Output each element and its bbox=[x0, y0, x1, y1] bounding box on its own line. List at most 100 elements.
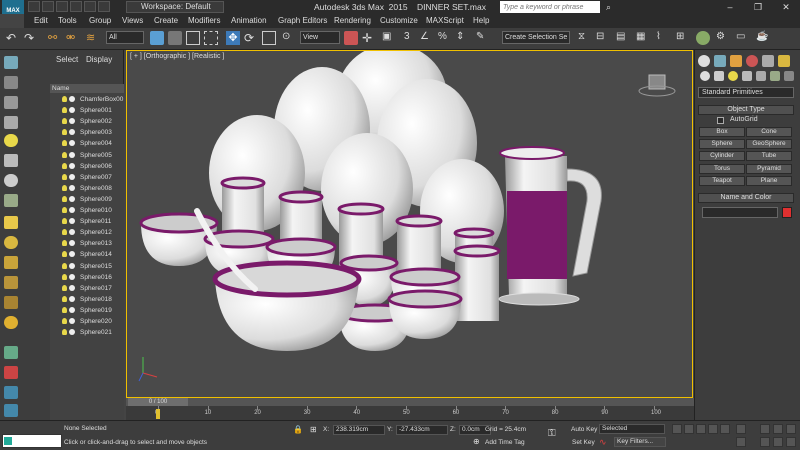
select-by-name-icon[interactable] bbox=[168, 31, 182, 45]
zoom-all-icon[interactable] bbox=[773, 424, 783, 434]
undo-arrow-icon[interactable]: ↶ bbox=[6, 31, 20, 45]
rectangular-selection-icon[interactable] bbox=[186, 31, 200, 45]
key-filters-button[interactable]: Key Filters... bbox=[614, 437, 666, 447]
place-icon[interactable]: ⊙ bbox=[282, 31, 296, 45]
key-mode-toggle-icon[interactable] bbox=[736, 424, 746, 434]
display-geometry-icon[interactable] bbox=[4, 116, 18, 129]
light-bulb-icon[interactable] bbox=[62, 207, 67, 213]
save-file-icon[interactable] bbox=[56, 1, 68, 12]
teapot-button[interactable]: Teapot bbox=[699, 176, 745, 186]
layer-manager-icon[interactable]: ▤ bbox=[616, 31, 630, 45]
absolute-mode-icon[interactable]: ⊞ bbox=[310, 425, 318, 434]
rendered-frame-window-icon[interactable]: ▭ bbox=[736, 31, 750, 45]
graphite-ribbon-icon[interactable]: ▦ bbox=[636, 31, 650, 45]
object-type-rollout[interactable]: Object Type bbox=[698, 105, 794, 115]
light-bulb-icon[interactable] bbox=[62, 329, 67, 336]
explorer-row[interactable]: Sphere011 bbox=[50, 216, 124, 227]
cameras-category-icon[interactable] bbox=[742, 71, 752, 81]
object-color-swatch[interactable] bbox=[782, 207, 792, 218]
explorer-row[interactable]: Sphere003 bbox=[50, 127, 124, 138]
light-bulb-icon[interactable] bbox=[62, 173, 67, 180]
perspective-viewport[interactable] bbox=[126, 50, 693, 398]
geometry-category-icon[interactable] bbox=[700, 71, 710, 81]
spinner-snap-icon[interactable]: ⇕ bbox=[456, 31, 470, 45]
pivot-center-icon[interactable] bbox=[344, 31, 358, 45]
object-name-input[interactable] bbox=[702, 207, 778, 218]
modify-tab-icon[interactable] bbox=[714, 55, 726, 67]
light-bulb-icon[interactable] bbox=[62, 151, 67, 158]
helpers-category-icon[interactable] bbox=[756, 71, 766, 81]
select-all-icon[interactable] bbox=[4, 56, 18, 69]
display-children-icon[interactable] bbox=[4, 366, 18, 379]
light-bulb-icon[interactable] bbox=[62, 318, 67, 324]
angle-snap-icon[interactable]: ∠ bbox=[420, 31, 434, 45]
view-cube-icon[interactable] bbox=[648, 74, 666, 90]
menu-views[interactable]: Views bbox=[122, 14, 143, 28]
explorer-row[interactable]: Sphere006 bbox=[50, 161, 124, 172]
next-frame-icon[interactable] bbox=[708, 424, 718, 434]
cone-button[interactable]: Cone bbox=[746, 127, 792, 137]
schematic-view-icon[interactable]: ⊞ bbox=[676, 31, 690, 45]
explorer-row[interactable]: Sphere012 bbox=[50, 227, 124, 238]
y-coordinate-field[interactable]: -27.433cm bbox=[396, 425, 448, 435]
track-bar[interactable]: 0102030405060708090100 bbox=[126, 406, 694, 420]
explorer-row[interactable]: Sphere008 bbox=[50, 183, 124, 194]
select-and-rotate-icon[interactable]: ⟳ bbox=[244, 31, 258, 45]
explorer-row[interactable]: Sphere017 bbox=[50, 283, 124, 294]
light-bulb-icon[interactable] bbox=[62, 107, 67, 114]
auto-key-button[interactable]: Auto Key bbox=[571, 426, 597, 433]
project-folder-icon[interactable] bbox=[98, 1, 110, 12]
select-and-link-icon[interactable]: ⚯ bbox=[48, 31, 62, 45]
add-time-tag-button[interactable]: Add Time Tag bbox=[485, 439, 525, 446]
go-to-end-icon[interactable] bbox=[720, 424, 730, 434]
zoom-extents-icon[interactable] bbox=[786, 424, 796, 434]
display-none-icon[interactable] bbox=[4, 76, 18, 89]
search-icon[interactable]: ⌕ bbox=[606, 2, 616, 12]
key-mode-dropdown[interactable]: Selected bbox=[599, 424, 665, 434]
primitive-category-dropdown[interactable]: Standard Primitives bbox=[698, 87, 794, 98]
explorer-row[interactable]: Sphere007 bbox=[50, 172, 124, 183]
name-and-color-rollout[interactable]: Name and Color bbox=[698, 193, 794, 203]
named-selection-dropdown[interactable]: Create Selection Se bbox=[502, 31, 570, 44]
bind-space-warp-icon[interactable]: ≋ bbox=[86, 31, 100, 45]
explorer-tab-select[interactable]: Select bbox=[56, 55, 78, 64]
help-search-input[interactable] bbox=[500, 1, 600, 13]
lights-category-icon[interactable] bbox=[728, 71, 738, 81]
explorer-row[interactable]: Sphere013 bbox=[50, 238, 124, 249]
pan-view-icon[interactable] bbox=[773, 437, 783, 447]
select-manipulate-icon[interactable]: ✛ bbox=[362, 31, 376, 45]
select-and-scale-icon[interactable] bbox=[262, 31, 276, 45]
menu-customize[interactable]: Customize bbox=[380, 14, 418, 28]
light-bulb-icon[interactable] bbox=[62, 229, 67, 236]
app-logo-icon[interactable]: MAX bbox=[2, 0, 24, 14]
explorer-row[interactable]: Sphere015 bbox=[50, 261, 124, 272]
close-button[interactable]: ✕ bbox=[772, 0, 800, 14]
sync-selection-icon[interactable] bbox=[4, 404, 18, 417]
select-object-icon[interactable] bbox=[150, 31, 164, 45]
box-button[interactable]: Box bbox=[699, 127, 745, 137]
explorer-column-header[interactable]: Name bbox=[50, 84, 124, 93]
edit-named-selection-icon[interactable]: ✎ bbox=[476, 31, 490, 45]
invert-display-icon[interactable] bbox=[4, 96, 18, 109]
menu-animation[interactable]: Animation bbox=[231, 14, 267, 28]
explorer-row[interactable]: Sphere004 bbox=[50, 138, 124, 149]
time-tag-icon[interactable]: ⊕ bbox=[473, 437, 481, 446]
time-slider[interactable] bbox=[126, 398, 694, 406]
light-bulb-icon[interactable] bbox=[62, 273, 67, 280]
light-bulb-icon[interactable] bbox=[62, 251, 67, 258]
workspace-dropdown[interactable]: Workspace: Default bbox=[126, 1, 224, 13]
go-to-start-icon[interactable] bbox=[672, 424, 682, 434]
light-bulb-icon[interactable] bbox=[62, 129, 67, 136]
light-bulb-icon[interactable] bbox=[62, 218, 67, 225]
display-groups-icon[interactable] bbox=[4, 216, 18, 229]
explorer-row[interactable]: Sphere018 bbox=[50, 294, 124, 305]
snaps-toggle-icon[interactable]: 3 bbox=[404, 31, 418, 45]
display-influences-icon[interactable] bbox=[4, 386, 18, 399]
explorer-row[interactable]: Sphere014 bbox=[50, 249, 124, 260]
plane-button[interactable]: Plane bbox=[746, 176, 792, 186]
reference-coordinate-dropdown[interactable]: View bbox=[300, 31, 340, 44]
display-tab-icon[interactable] bbox=[762, 55, 774, 67]
explorer-row[interactable]: Sphere021 bbox=[50, 327, 124, 338]
explorer-row[interactable]: Sphere020 bbox=[50, 316, 124, 327]
light-bulb-icon[interactable] bbox=[62, 184, 67, 191]
